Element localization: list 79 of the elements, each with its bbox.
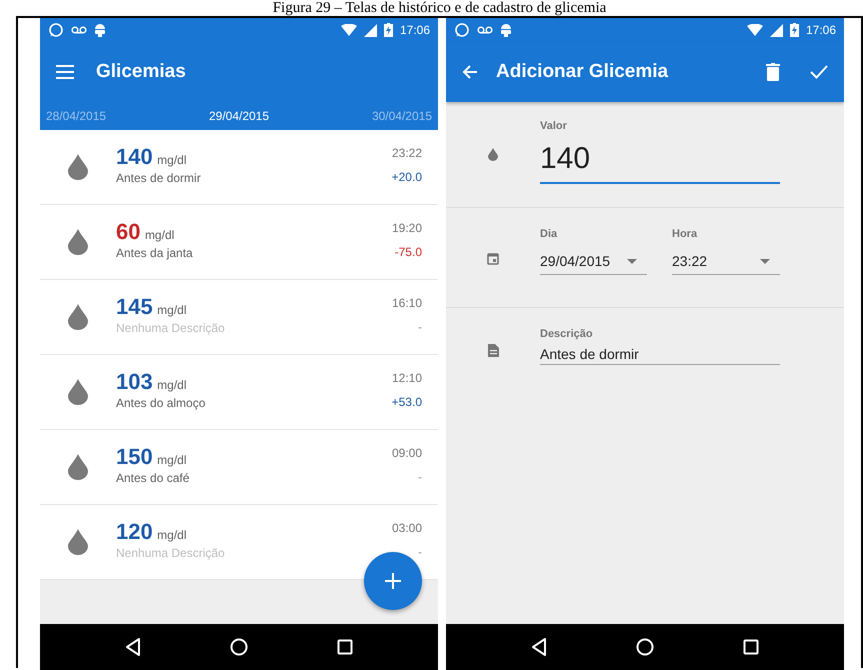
reading-time: 03:00 [392,521,422,535]
home-icon[interactable] [230,638,248,656]
signal-icon [770,24,783,36]
status-time: 17:06 [400,23,430,37]
glucose-value: 140 [116,144,153,169]
reading-description: Antes de dormir [116,171,202,185]
reading-description: Antes do café [116,471,190,485]
battery-icon [790,23,799,37]
drop-icon [488,148,498,161]
unit-label: mg/dl [157,528,187,542]
reading-time: 09:00 [392,446,422,460]
wifi-icon [746,24,763,36]
caret-icon [627,258,637,264]
glucose-value: 120 [116,519,153,544]
unit-label: mg/dl [157,153,187,167]
app-title: Glicemias [96,61,186,83]
reading-delta: - [418,320,422,334]
field-label: Dia [540,228,558,240]
input-field[interactable]: 140 [540,138,780,184]
date-tab[interactable]: 29/04/2015 [208,109,270,123]
calendar-icon [487,252,499,265]
reading-time: 23:22 [392,146,422,160]
unit-label: mg/dl [157,378,187,392]
glucose-value: 145 [116,294,153,319]
glucose-value: 60 [116,219,140,244]
plus-icon [385,573,401,589]
reading-description: Nenhuma Descrição [116,546,226,560]
document-icon [488,344,498,357]
caret-icon [760,258,770,264]
field-label: Valor [540,120,568,132]
unit-label: mg/dl [157,453,187,467]
voicemail-icon [477,25,493,35]
drop-icon [68,379,88,405]
robot-icon [94,23,106,37]
glucose-value: 150 [116,444,153,469]
input-field[interactable]: Antes de dormir [540,344,780,365]
drop-icon [68,454,88,480]
glucose-value: 103 [116,369,153,394]
reading-delta: +53.0 [392,395,422,409]
unit-label: mg/dl [157,303,187,317]
app-title: Adicionar Glicemia [496,61,668,83]
add-button[interactable] [364,552,422,610]
dropdown-field[interactable]: 23:22 [672,248,780,275]
drop-icon [68,229,88,255]
delete-icon[interactable] [766,63,780,81]
voicemail-icon [71,25,87,35]
reading-delta: -75.0 [394,245,422,259]
drop-icon [68,154,88,180]
recents-icon[interactable] [337,639,354,655]
reading-delta: - [418,470,422,484]
home-icon[interactable] [636,638,654,656]
drop-icon [68,304,88,330]
recents-icon[interactable] [743,639,760,655]
back-icon[interactable] [530,638,547,656]
reading-time: 16:10 [392,296,422,310]
reading-description: Antes da janta [116,246,194,260]
status-time: 17:06 [806,23,836,37]
reading-delta: +20.0 [392,170,422,184]
drop-icon [68,529,88,555]
reading-time: 12:10 [392,371,422,385]
reading-description: Nenhuma Descrição [116,321,226,335]
robot-icon [500,23,512,37]
back-arrow-icon[interactable] [462,64,478,80]
figure-caption: Figura 29 – Telas de histórico e de cadastro de glicemia [272,0,608,16]
check-icon[interactable] [810,65,828,79]
wifi-icon [340,24,357,36]
dropdown-field[interactable]: 29/04/2015 [540,248,647,275]
chat-bubble-icon [48,22,64,38]
unit-label: mg/dl [144,228,174,242]
signal-icon [364,24,377,36]
reading-delta: - [418,545,422,559]
chat-bubble-icon [454,22,470,38]
field-label: Hora [672,228,698,240]
reading-description: Antes do almoço [116,396,206,410]
back-icon[interactable] [124,638,141,656]
field-label: Descrição [540,328,594,340]
battery-icon [384,23,393,37]
reading-time: 19:20 [392,221,422,235]
menu-icon[interactable] [56,65,74,79]
